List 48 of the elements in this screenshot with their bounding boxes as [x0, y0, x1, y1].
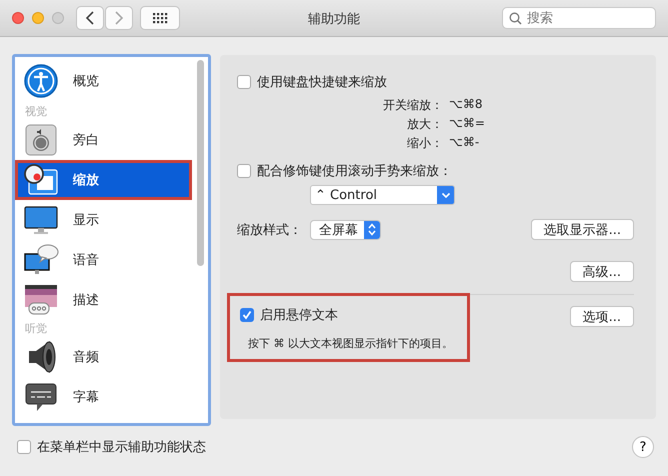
search-field[interactable]: 搜索 [502, 7, 656, 29]
shortcut-keys: ⌥⌘8 [449, 97, 634, 114]
close-button[interactable] [12, 12, 24, 24]
shortcut-label: 缩小： [406, 135, 443, 152]
checkbox[interactable] [17, 440, 31, 454]
zoom-button[interactable] [52, 12, 64, 24]
search-icon [509, 12, 522, 25]
checkbox-label: 启用悬停文本 [260, 307, 338, 324]
section-header: 视觉 [24, 104, 48, 120]
section-header: 听觉 [24, 321, 48, 337]
chevron-down-icon [440, 192, 450, 198]
show-all-button[interactable] [140, 6, 180, 30]
sidebar-item[interactable]: 描述 [15, 280, 192, 320]
checkbox-label: 使用键盘快捷键来缩放 [257, 74, 387, 91]
chevron-left-icon [85, 11, 95, 25]
sidebar-item[interactable]: 语音 [15, 240, 192, 280]
checkbox[interactable] [237, 164, 251, 178]
hint-text: 按下 ⌘ 以大文本视图显示指针下的项目。 [248, 336, 453, 351]
advanced-button[interactable]: 高级... [570, 261, 634, 282]
sidebar-item[interactable]: 音频 [15, 337, 192, 377]
checkbox-label: 配合修饰键使用滚动手势来缩放： [257, 163, 452, 180]
chevron-right-icon [114, 11, 124, 25]
help-button[interactable]: ? [632, 436, 654, 458]
speaker-accessibility-icon [23, 122, 59, 158]
minimize-button[interactable] [32, 12, 44, 24]
shortcut-label: 放大： [406, 116, 443, 133]
shortcut-label: 开关缩放： [382, 97, 443, 114]
sidebar-item[interactable]: 显示 [15, 200, 192, 240]
sidebar-item[interactable]: 缩放 [15, 160, 192, 200]
checkbox[interactable] [237, 75, 251, 89]
sidebar-item[interactable]: 旁白 [15, 120, 192, 160]
window-title: 辅助功能 [307, 11, 361, 28]
field-label: 缩放样式： [237, 222, 303, 238]
shortcut-keys: ⌥⌘- [449, 135, 634, 152]
checkbox[interactable] [240, 308, 254, 322]
back-button[interactable] [76, 6, 104, 30]
sidebar-item[interactable]: 字幕 [15, 377, 192, 417]
up-down-arrows-icon [368, 223, 376, 236]
accessibility-icon [23, 63, 59, 99]
choose-display-button[interactable]: 选取显示器... [530, 219, 634, 240]
modifier-dropdown[interactable]: ⌃ Control [310, 185, 455, 205]
checkbox-label: 在菜单栏中显示辅助功能状态 [37, 439, 206, 456]
grid-icon [152, 12, 168, 24]
scrollbar-thumb[interactable] [196, 60, 204, 266]
sidebar-item[interactable]: 概览 [15, 59, 192, 103]
options-button[interactable]: 选项... [570, 306, 634, 327]
shortcut-keys: ⌥⌘= [449, 116, 634, 133]
zoom-style-popup[interactable]: 全屏幕 [310, 220, 381, 240]
